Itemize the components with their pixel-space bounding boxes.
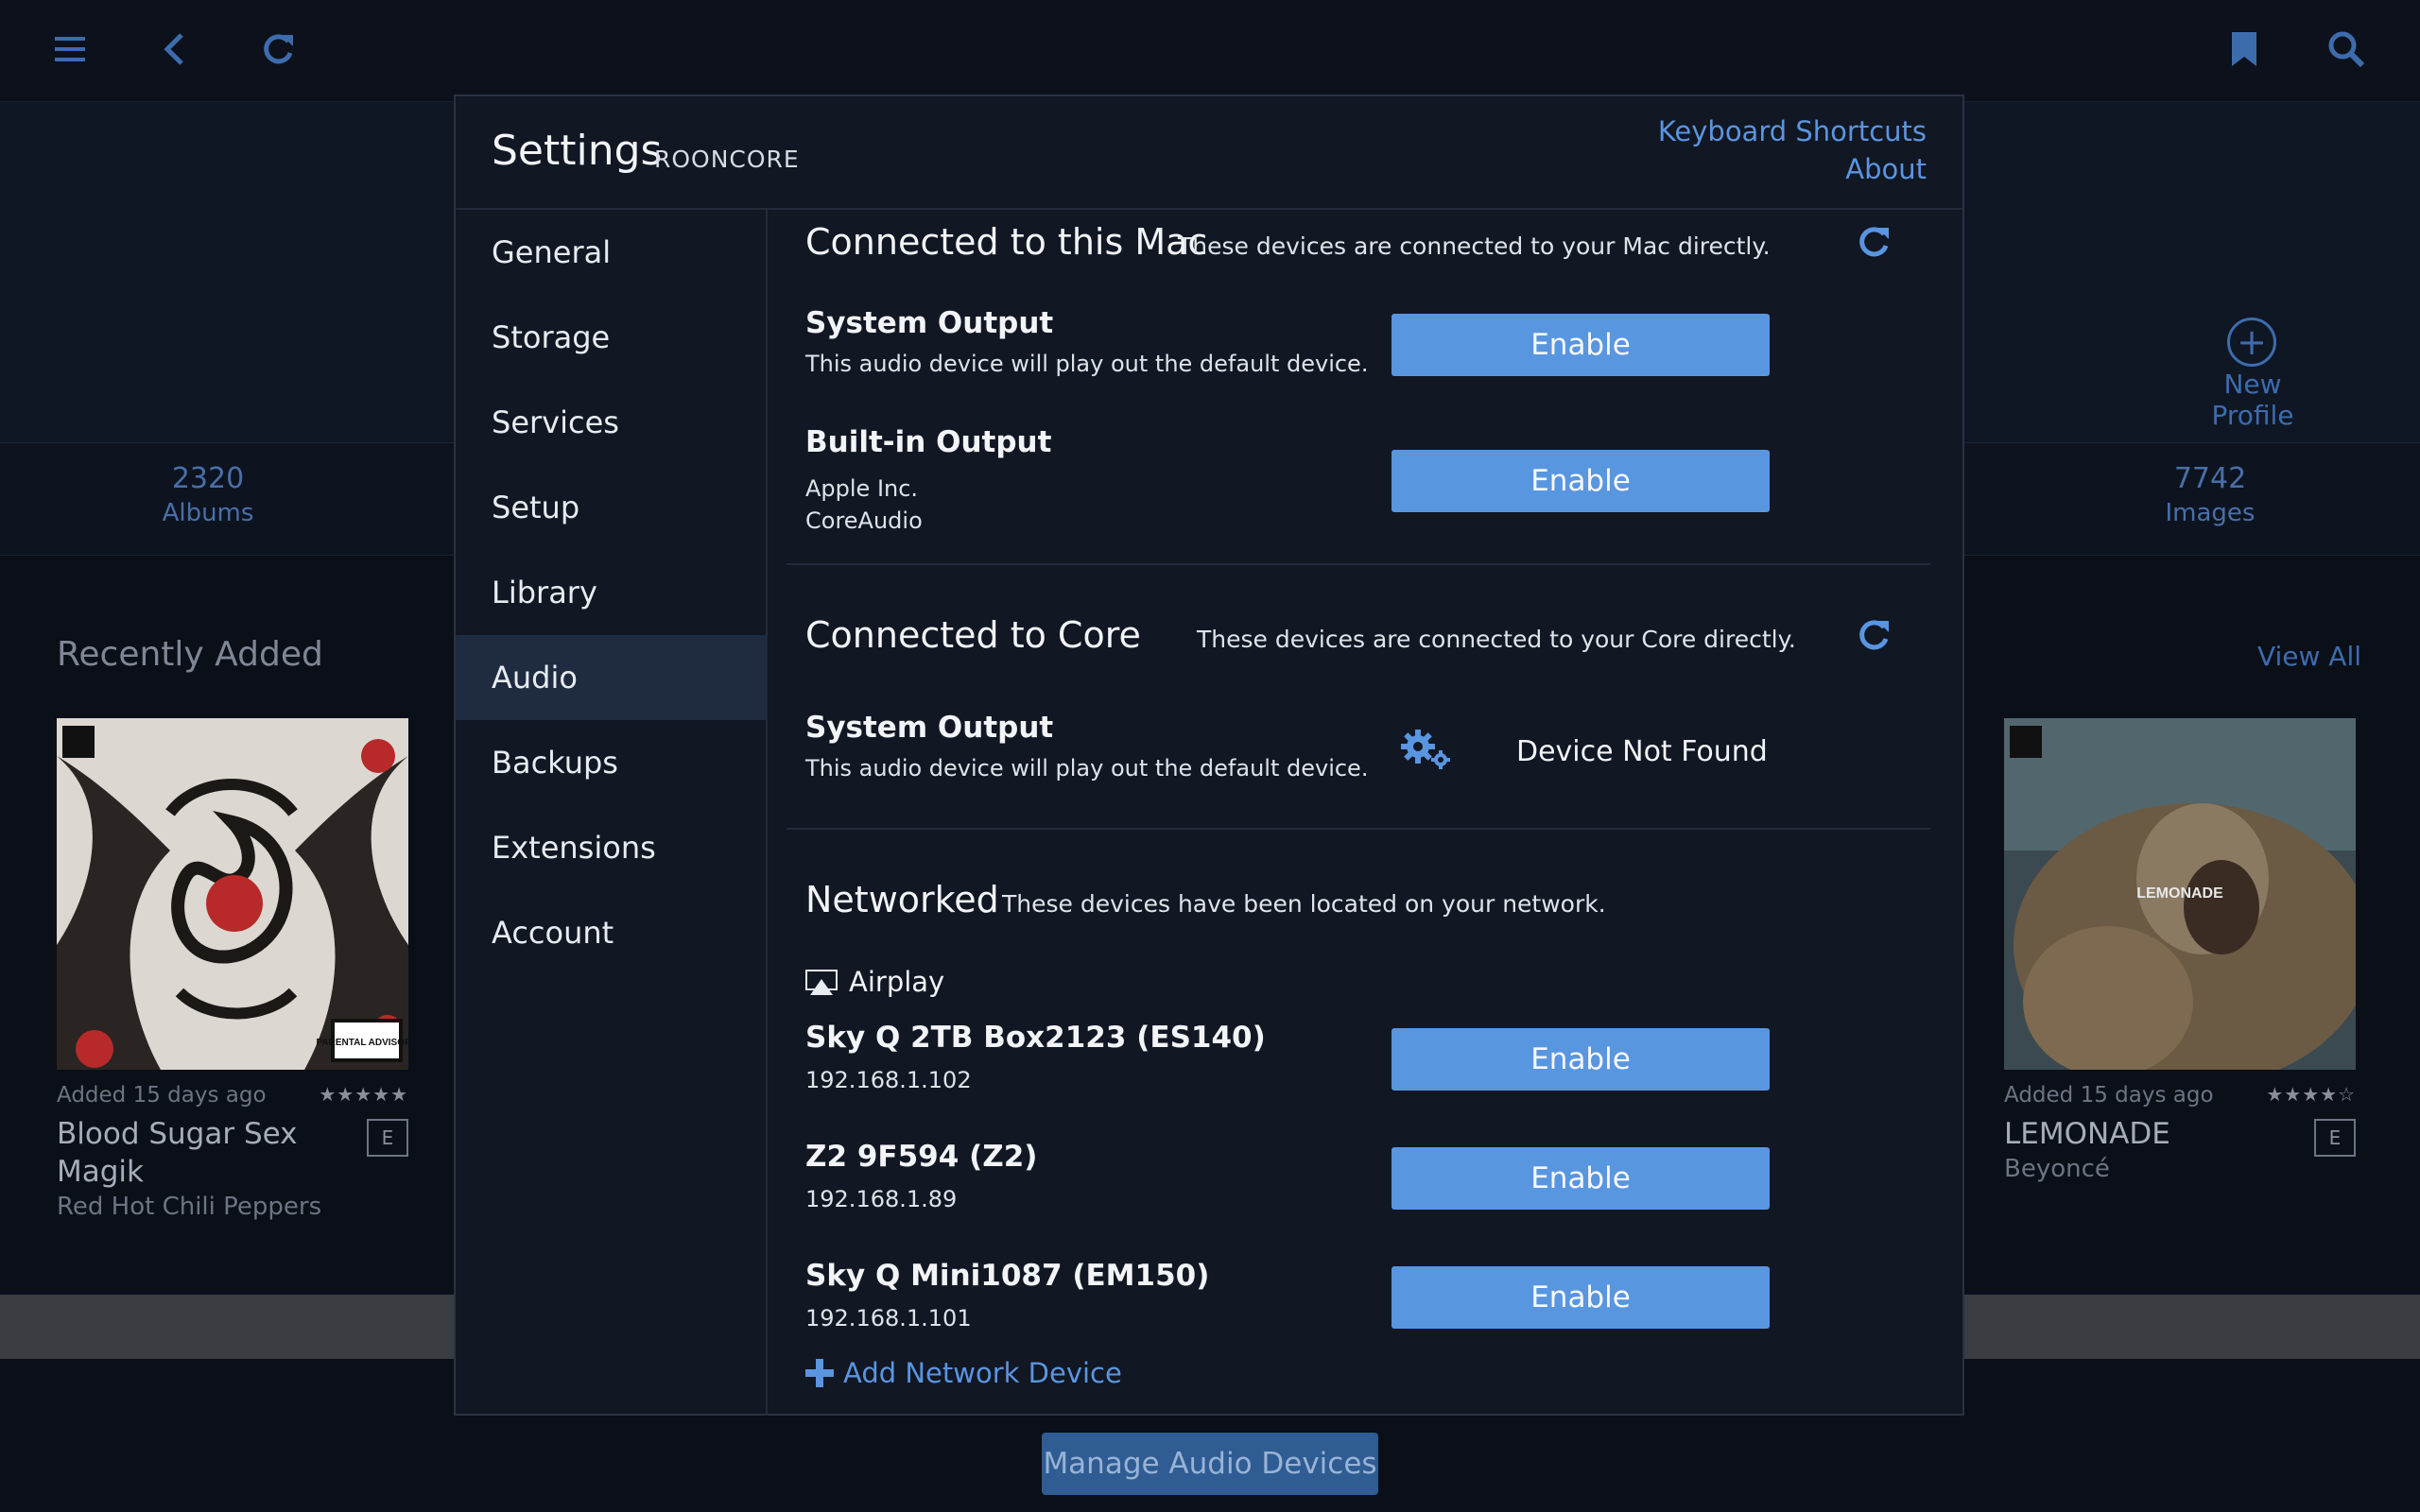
album-title[interactable]: LEMONADE bbox=[2004, 1115, 2288, 1153]
rating-stars-icon[interactable]: ★★★★☆ bbox=[2266, 1083, 2356, 1106]
cover-title-text: LEMONADE bbox=[2136, 885, 2223, 902]
refresh-icon[interactable] bbox=[1855, 616, 1898, 660]
dialog-title: Settings bbox=[492, 127, 663, 175]
section-heading-network: Networked bbox=[805, 879, 999, 920]
stat-images[interactable]: 7742 Images bbox=[2135, 462, 2286, 527]
device-ip: 192.168.1.89 bbox=[805, 1186, 958, 1212]
top-toolbar bbox=[0, 0, 2420, 102]
nav-item-extensions[interactable]: Extensions bbox=[456, 805, 768, 890]
search-icon[interactable] bbox=[2320, 23, 2373, 76]
album-cover[interactable]: PARENTAL ADVISORY bbox=[57, 718, 408, 1070]
gear-icon[interactable] bbox=[1399, 726, 1456, 773]
nav-item-library[interactable]: Library bbox=[456, 550, 768, 635]
explicit-badge: E bbox=[2314, 1119, 2356, 1157]
nav-item-storage[interactable]: Storage bbox=[456, 295, 768, 380]
device-ip: 192.168.1.101 bbox=[805, 1305, 972, 1332]
add-network-device-link[interactable]: Add Network Device bbox=[805, 1357, 1122, 1389]
device-ip: 192.168.1.102 bbox=[805, 1067, 972, 1093]
nav-item-backups[interactable]: Backups bbox=[456, 720, 768, 805]
view-all-link[interactable]: View All bbox=[2257, 641, 2361, 672]
back-icon[interactable] bbox=[147, 23, 200, 76]
enable-button[interactable]: Enable bbox=[1392, 1147, 1770, 1210]
nav-item-services[interactable]: Services bbox=[456, 380, 768, 465]
section-heading-core: Connected to Core bbox=[805, 614, 1141, 656]
device-name: Sky Q 2TB Box2123 (ES140) bbox=[805, 1021, 1266, 1055]
plus-icon bbox=[805, 1359, 834, 1387]
stat-label: Images bbox=[2165, 499, 2256, 527]
add-network-device-label[interactable]: Add Network Device bbox=[843, 1357, 1122, 1389]
airplay-icon bbox=[805, 970, 838, 996]
device-name: Z2 9F594 (Z2) bbox=[805, 1140, 1038, 1174]
bookmark-icon[interactable] bbox=[2218, 23, 2271, 76]
divider bbox=[786, 828, 1930, 830]
section-desc-network: These devices have been located on your … bbox=[1002, 890, 1606, 918]
refresh-icon[interactable] bbox=[1855, 223, 1898, 266]
section-desc-core: These devices are connected to your Core… bbox=[1197, 626, 1796, 653]
audio-settings-panel: Connected to this Mac These devices are … bbox=[769, 210, 1962, 1416]
plus-circle-icon[interactable]: + bbox=[2227, 318, 2276, 367]
device-name: Sky Q Mini1087 (EM150) bbox=[805, 1259, 1210, 1293]
album-artist[interactable]: Red Hot Chili Peppers bbox=[57, 1193, 408, 1221]
stat-number: 2320 bbox=[171, 462, 245, 495]
dialog-header: Settings ROONCORE Keyboard Shortcuts Abo… bbox=[456, 96, 1962, 210]
new-profile-label[interactable]: New Profile bbox=[2182, 369, 2324, 431]
divider bbox=[786, 563, 1930, 565]
enable-button[interactable]: Enable bbox=[1392, 1028, 1770, 1091]
stat-number: 7742 bbox=[2173, 462, 2247, 495]
settings-dialog: Settings ROONCORE Keyboard Shortcuts Abo… bbox=[454, 94, 1964, 1416]
nav-item-audio[interactable]: Audio bbox=[456, 635, 768, 720]
section-desc-mac: These devices are connected to your Mac … bbox=[1178, 232, 1771, 260]
nav-item-account[interactable]: Account bbox=[456, 890, 768, 975]
core-name: ROONCORE bbox=[654, 146, 800, 173]
manage-audio-devices-button[interactable]: Manage Audio Devices bbox=[1042, 1433, 1378, 1495]
advisory-text: PARENTAL ADVISORY bbox=[316, 1038, 408, 1048]
device-name: Built-in Output bbox=[805, 425, 1052, 459]
explicit-badge: E bbox=[367, 1119, 408, 1157]
device-name: System Output bbox=[805, 711, 1054, 745]
about-link[interactable]: About bbox=[1845, 153, 1927, 185]
device-status: Device Not Found bbox=[1516, 735, 1768, 768]
device-description: This audio device will play out the defa… bbox=[805, 755, 1369, 782]
device-name: System Output bbox=[805, 306, 1054, 340]
album-artist[interactable]: Beyoncé bbox=[2004, 1155, 2356, 1183]
refresh-icon[interactable] bbox=[251, 23, 304, 76]
hamburger-icon[interactable] bbox=[43, 23, 96, 76]
stat-albums[interactable]: 2320 Albums bbox=[132, 462, 284, 527]
section-heading-mac: Connected to this Mac bbox=[805, 221, 1208, 263]
album-title[interactable]: Blood Sugar Sex Magik bbox=[57, 1115, 340, 1191]
enable-button[interactable]: Enable bbox=[1392, 1266, 1770, 1329]
section-title: Recently Added bbox=[57, 635, 323, 674]
album-cover[interactable]: LEMONADE bbox=[2004, 718, 2356, 1070]
enable-button[interactable]: Enable bbox=[1392, 314, 1770, 376]
album-card[interactable]: LEMONADE Added 15 days ago ★★★★☆ LEMONAD… bbox=[2004, 718, 2356, 1183]
device-vendor: Apple Inc. bbox=[805, 475, 919, 502]
album-card[interactable]: PARENTAL ADVISORY Added 15 days ago ★★★★… bbox=[57, 718, 408, 1221]
keyboard-shortcuts-link[interactable]: Keyboard Shortcuts bbox=[1658, 115, 1927, 147]
enable-button[interactable]: Enable bbox=[1392, 450, 1770, 512]
airplay-group-label: Airplay bbox=[849, 966, 945, 998]
device-description: This audio device will play out the defa… bbox=[805, 351, 1369, 377]
rating-stars-icon[interactable]: ★★★★★ bbox=[319, 1083, 408, 1106]
nav-item-general[interactable]: General bbox=[456, 210, 768, 295]
nav-item-setup[interactable]: Setup bbox=[456, 465, 768, 550]
settings-sidebar: General Storage Services Setup Library A… bbox=[456, 210, 768, 1416]
device-driver: CoreAudio bbox=[805, 507, 923, 534]
stat-label: Albums bbox=[162, 499, 254, 527]
